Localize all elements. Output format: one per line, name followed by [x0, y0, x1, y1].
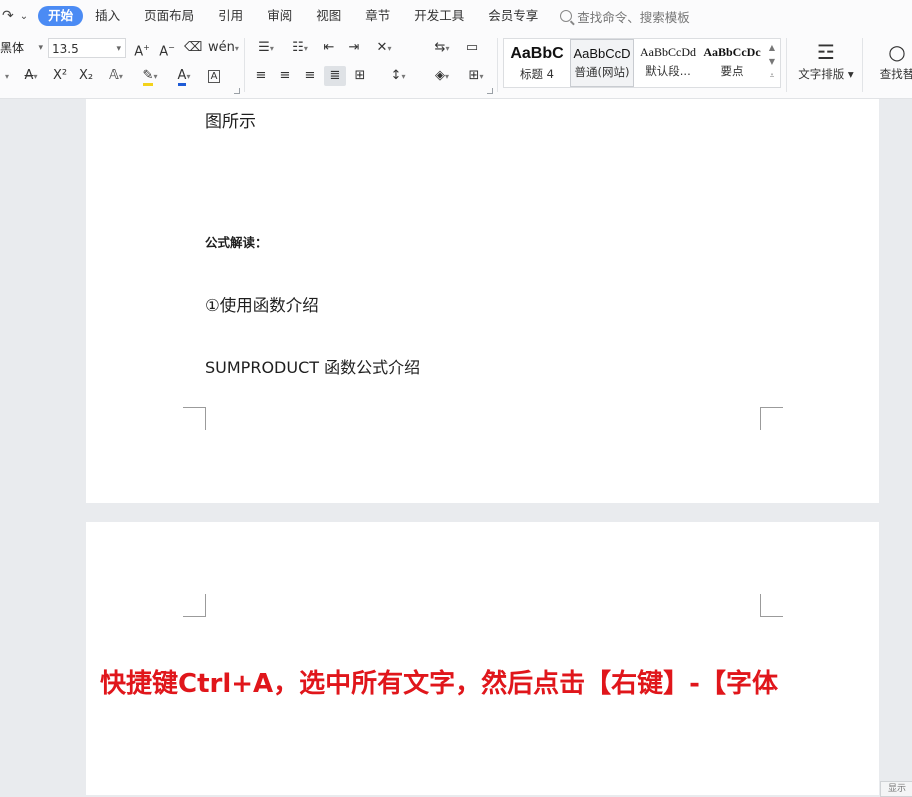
- align-right-icon[interactable]: ≡: [301, 66, 319, 86]
- style-name: 标题 4: [504, 66, 570, 82]
- styles-scroll[interactable]: ▲ ▼ ⩡: [766, 41, 778, 83]
- divider: [862, 38, 863, 92]
- font-name-select[interactable]: 黑体 ▾: [0, 38, 46, 58]
- page-margin-mark: [760, 594, 783, 617]
- tab-developer[interactable]: 开发工具: [402, 6, 476, 26]
- borders-icon[interactable]: ⊞▾: [462, 66, 490, 86]
- tab-home[interactable]: 开始: [38, 6, 83, 26]
- tab-insert[interactable]: 插入: [83, 6, 132, 26]
- styles-gallery: AaBbC 标题 4 AaBbCcD 普通(网站) AaBbCcDd 默认段..…: [503, 38, 781, 88]
- find-replace-label: 查找替: [872, 66, 912, 82]
- clear-format-icon[interactable]: ⌫: [184, 38, 202, 58]
- text-layout-button[interactable]: ☲ 文字排版 ▾: [794, 38, 858, 82]
- style-default-paragraph[interactable]: AaBbCcDd 默认段...: [635, 39, 701, 87]
- text-direction-icon[interactable]: ⇆▾: [428, 38, 456, 58]
- tab-member[interactable]: 会员专享: [476, 6, 550, 26]
- tab-page-layout[interactable]: 页面布局: [132, 6, 206, 26]
- paragraph-dialog-launcher-icon[interactable]: [487, 88, 493, 94]
- line-spacing-icon[interactable]: ↕▾: [384, 66, 412, 86]
- phonetic-guide-icon[interactable]: wén▾: [208, 38, 232, 58]
- chevron-down-icon[interactable]: ▼: [766, 55, 778, 69]
- divider: [244, 38, 245, 92]
- text-effect-icon[interactable]: 𝔸▾: [102, 66, 130, 86]
- redo-icon[interactable]: ↷: [2, 8, 14, 24]
- increase-indent-icon[interactable]: ⇥: [345, 38, 363, 58]
- text-layout-icon: ☲: [794, 38, 858, 66]
- divider: [497, 38, 498, 92]
- ribbon-toolbar: 黑体 ▾ 13.5 ▾ A+ A− ⌫ wén▾ ▾ A▾ X² X₂ 𝔸▾ ✎…: [0, 32, 912, 99]
- page-margin-mark: [183, 407, 206, 430]
- tutorial-caption: 快捷键Ctrl+A，选中所有文字，然后点击【右键】-【字体: [100, 663, 812, 700]
- search-icon: ○: [872, 38, 912, 66]
- character-border-icon[interactable]: A: [205, 66, 223, 86]
- style-key-point[interactable]: AaBbCcDc 要点: [701, 39, 763, 87]
- paragraph[interactable]: 图所示: [205, 107, 256, 132]
- shrink-font-icon[interactable]: A−: [158, 38, 176, 58]
- chevron-down-icon[interactable]: ⌄: [20, 11, 28, 22]
- strikethrough-icon[interactable]: A▾: [18, 66, 44, 86]
- document-page[interactable]: 图所示 公式解读： ①使用函数介绍 SUMPRODUCT 函数公式介绍: [86, 99, 879, 503]
- font-name-value: 黑体: [0, 41, 24, 55]
- menu-bar: ↷ ⌄ 开始 插入 页面布局 引用 审阅 视图 章节 开发工具 会员专享 查找命…: [0, 0, 912, 32]
- show-marks-icon[interactable]: ▭: [462, 38, 482, 58]
- style-normal-web[interactable]: AaBbCcD 普通(网站): [570, 39, 634, 87]
- style-preview: AaBbCcDc: [701, 45, 763, 60]
- tab-review[interactable]: 审阅: [255, 6, 304, 26]
- style-heading-4[interactable]: AaBbC 标题 4: [504, 39, 570, 87]
- quick-access-toolbar: ↷ ⌄: [0, 8, 28, 24]
- more-styles-icon[interactable]: ⩡: [766, 69, 778, 83]
- chinese-layout-icon[interactable]: ✕▾: [370, 38, 398, 58]
- highlight-icon[interactable]: ✎▾: [136, 66, 164, 86]
- style-name: 默认段...: [635, 63, 701, 79]
- divider: [786, 38, 787, 92]
- command-search[interactable]: 查找命令、搜索模板: [560, 7, 690, 26]
- font-dialog-launcher-icon[interactable]: [234, 88, 240, 94]
- bullet-list-icon[interactable]: ☰▾: [252, 38, 280, 58]
- shading-icon[interactable]: ◈▾: [428, 66, 456, 86]
- tab-references[interactable]: 引用: [206, 6, 255, 26]
- font-color-icon[interactable]: A▾: [170, 66, 198, 86]
- font-size-select[interactable]: 13.5 ▾: [48, 38, 126, 58]
- page-margin-mark: [183, 594, 206, 617]
- style-preview: AaBbCcDd: [635, 45, 701, 60]
- numbered-list-icon[interactable]: ☷▾: [286, 38, 314, 58]
- subscript-icon[interactable]: X₂: [76, 66, 96, 86]
- style-name: 普通(网站): [571, 64, 633, 80]
- chevron-down-icon[interactable]: ▾: [0, 66, 14, 86]
- style-preview: AaBbCcD: [571, 46, 633, 61]
- document-page[interactable]: [86, 522, 879, 795]
- style-name: 要点: [701, 63, 763, 79]
- text-layout-label: 文字排版 ▾: [794, 66, 858, 82]
- paragraph[interactable]: ①使用函数介绍: [205, 292, 319, 316]
- command-search-placeholder: 查找命令、搜索模板: [577, 7, 690, 26]
- page-margin-mark: [760, 407, 783, 430]
- decrease-indent-icon[interactable]: ⇤: [320, 38, 338, 58]
- chevron-up-icon[interactable]: ▲: [766, 41, 778, 55]
- align-left-icon[interactable]: ≡: [252, 66, 270, 86]
- paragraph[interactable]: SUMPRODUCT 函数公式介绍: [205, 354, 420, 378]
- grow-font-icon[interactable]: A+: [133, 38, 151, 58]
- superscript-icon[interactable]: X²: [50, 66, 70, 86]
- style-preview: AaBbC: [504, 45, 570, 63]
- tab-chapter[interactable]: 章节: [353, 6, 402, 26]
- menu-tabs: 开始 插入 页面布局 引用 审阅 视图 章节 开发工具 会员专享: [38, 6, 550, 26]
- chevron-down-icon: ▾: [116, 39, 121, 59]
- font-size-value: 13.5: [52, 42, 79, 56]
- search-icon: [560, 10, 572, 22]
- justify-icon[interactable]: ≣: [324, 66, 346, 86]
- align-center-icon[interactable]: ≡: [276, 66, 294, 86]
- chevron-down-icon: ▾: [38, 38, 43, 58]
- find-replace-button[interactable]: ○ 查找替: [872, 38, 912, 82]
- distributed-align-icon[interactable]: ⊞: [351, 66, 369, 86]
- paragraph-heading[interactable]: 公式解读：: [205, 232, 268, 251]
- tab-view[interactable]: 视图: [304, 6, 353, 26]
